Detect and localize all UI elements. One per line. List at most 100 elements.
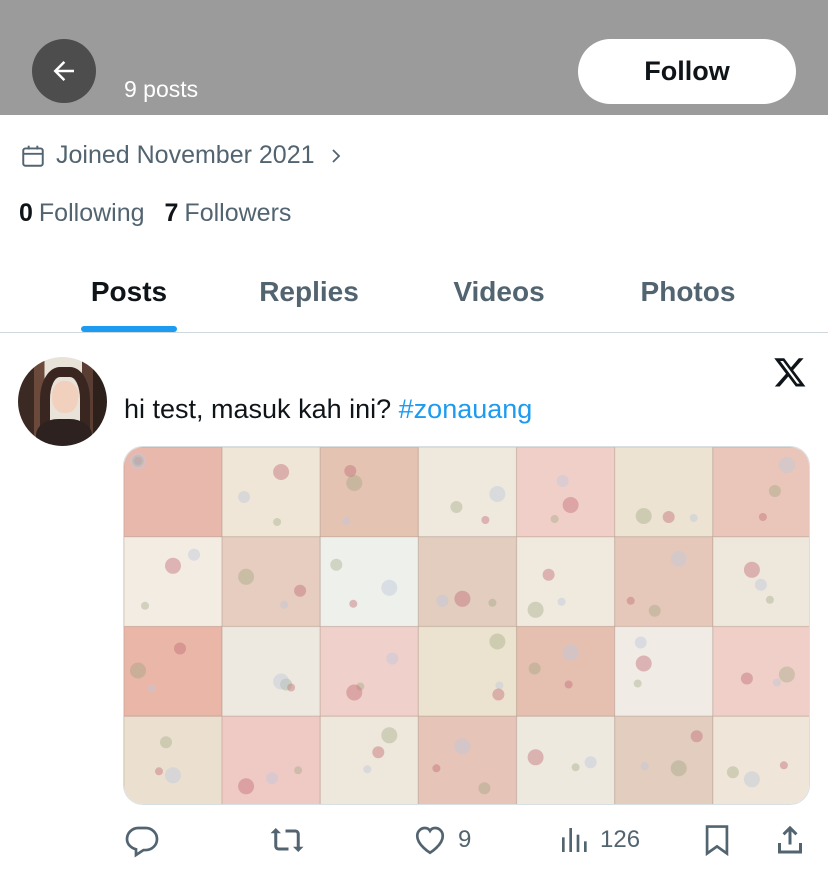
patch-square	[222, 716, 321, 804]
floral-motif	[273, 518, 282, 526]
profile-tabs: Posts Replies Videos Photos	[0, 252, 828, 333]
floral-motif	[743, 771, 760, 788]
floral-motif	[562, 497, 579, 513]
patch-square	[320, 716, 419, 804]
floral-motif	[640, 762, 649, 771]
floral-motif	[557, 597, 566, 606]
patch-square	[418, 536, 517, 628]
floral-motif	[294, 584, 307, 597]
patch-square	[712, 626, 809, 717]
calendar-icon	[22, 145, 44, 167]
bookmark-button[interactable]	[700, 818, 734, 862]
follow-button[interactable]: Follow	[578, 39, 796, 104]
hashtag-link[interactable]: #zonauang	[399, 394, 533, 424]
reply-icon	[125, 826, 159, 858]
floral-motif	[778, 457, 795, 473]
tab-videos[interactable]: Videos	[430, 252, 568, 332]
active-tab-indicator	[81, 326, 177, 332]
patch-square	[222, 447, 321, 538]
tweet-media-image[interactable]	[123, 446, 810, 805]
tab-replies[interactable]: Replies	[238, 252, 380, 332]
floral-motif	[690, 730, 703, 743]
floral-motif	[556, 475, 569, 487]
floral-motif	[432, 764, 441, 773]
floral-motif	[381, 727, 398, 744]
floral-motif	[349, 599, 358, 608]
floral-motif	[779, 761, 788, 770]
floral-motif	[160, 736, 172, 749]
floral-motif	[564, 680, 573, 689]
floral-motif	[633, 679, 642, 688]
floral-motif	[266, 772, 279, 785]
repost-button[interactable]	[268, 818, 306, 862]
floral-motif	[754, 578, 767, 591]
floral-motif	[238, 778, 255, 795]
floral-motif	[635, 655, 652, 672]
floral-motif	[528, 662, 541, 675]
patch-square	[320, 447, 419, 538]
floral-motif	[273, 673, 290, 690]
followers-label: Followers	[184, 199, 292, 227]
follow-stats: 0 Following 7 Followers	[19, 199, 291, 228]
share-icon	[778, 825, 802, 854]
floral-motif	[436, 594, 449, 607]
floral-motif	[346, 475, 363, 491]
floral-motif	[489, 633, 506, 650]
patch-square	[320, 536, 419, 628]
back-button[interactable]	[32, 39, 96, 103]
patch-square	[222, 626, 321, 717]
joined-date[interactable]: Joined November 2021	[20, 141, 345, 170]
floral-motif	[527, 749, 544, 766]
floral-motif	[478, 782, 491, 795]
floral-motif	[372, 746, 385, 759]
floral-motif	[450, 501, 463, 513]
patch-square	[712, 447, 809, 538]
reply-button[interactable]	[124, 818, 160, 862]
tweet-text: hi test, masuk kah ini? #zonauang	[124, 394, 532, 425]
floral-motif	[689, 514, 698, 522]
floral-motif	[670, 760, 687, 777]
floral-motif	[662, 511, 675, 523]
floral-motif	[346, 684, 363, 701]
patchwork-fabric-image	[124, 447, 809, 804]
floral-motif	[454, 738, 471, 755]
tab-posts[interactable]: Posts	[59, 252, 199, 332]
floral-motif	[765, 595, 774, 604]
followers-link[interactable]: 7 Followers	[165, 199, 292, 228]
floral-motif	[273, 464, 290, 480]
floral-motif	[141, 601, 149, 610]
floral-motif	[238, 568, 255, 585]
floral-motif	[188, 548, 200, 561]
floral-motif	[363, 765, 372, 774]
joined-label: Joined November 2021	[56, 141, 315, 169]
tweet-body: hi test, masuk kah ini?	[124, 394, 392, 424]
avatar[interactable]	[18, 357, 107, 446]
floral-motif	[454, 590, 471, 607]
floral-motif	[130, 453, 146, 469]
patch-square	[614, 536, 714, 628]
tab-photos[interactable]: Photos	[620, 252, 756, 332]
post-count: 9 posts	[124, 76, 199, 102]
floral-motif	[726, 766, 739, 779]
followers-count: 7	[164, 199, 179, 227]
floral-motif	[148, 684, 156, 693]
floral-motif	[542, 568, 555, 581]
floral-motif	[488, 598, 497, 607]
profile-header: 9 posts Follow	[0, 0, 828, 115]
patch-square	[614, 716, 714, 804]
floral-motif	[165, 557, 181, 574]
floral-motif	[527, 601, 544, 618]
x-logo-icon[interactable]	[772, 355, 808, 394]
floral-motif	[155, 767, 163, 776]
floral-motif	[584, 756, 597, 769]
chevron-right-icon	[327, 146, 345, 166]
floral-motif	[280, 600, 289, 609]
floral-motif	[495, 681, 504, 690]
like-button[interactable]: 9	[412, 818, 471, 862]
views-button[interactable]: 126	[558, 818, 640, 862]
following-link[interactable]: 0 Following	[19, 199, 145, 228]
patch-square	[124, 536, 223, 628]
share-button[interactable]	[772, 818, 808, 862]
bookmark-icon	[705, 825, 729, 857]
floral-motif	[481, 516, 490, 524]
